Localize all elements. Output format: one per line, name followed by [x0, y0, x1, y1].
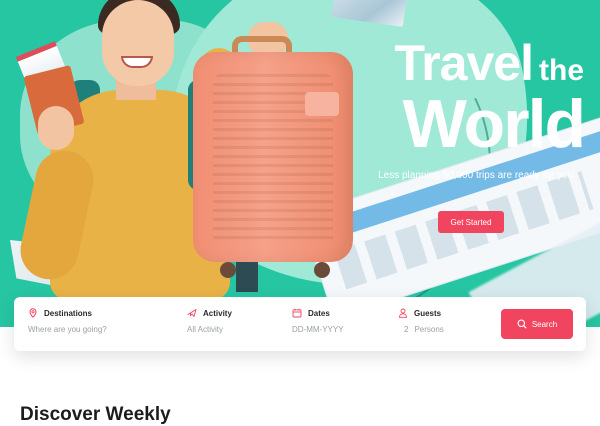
section-title: Discover Weekly [20, 404, 171, 425]
get-started-button[interactable]: Get Started [438, 211, 504, 233]
search-button-label: Search [531, 319, 558, 329]
destination-input[interactable]: Where are you going? [28, 325, 178, 334]
dates-label: Dates [308, 308, 330, 318]
hero-banner: Travel the World Less planning 50,000 tri… [0, 0, 600, 327]
guests-label: Guests [414, 308, 442, 318]
search-bar: Destinations Where are you going? Activi… [14, 297, 586, 351]
traveler-photo [15, 0, 288, 300]
destination-field[interactable]: Destinations Where are you going? [28, 308, 178, 342]
destination-label: Destinations [44, 308, 93, 318]
hero-subtitle: Less planning 50,000 trips are ready for… [378, 170, 576, 181]
hero-title: Travel the World [394, 35, 586, 162]
calendar-icon [292, 308, 302, 318]
guests-unit: Persons [414, 325, 444, 334]
activity-label: Activity [203, 308, 232, 318]
suitcase-image [193, 52, 353, 262]
location-pin-icon [29, 308, 37, 318]
person-icon [399, 308, 407, 318]
plane-icon [187, 309, 197, 317]
search-icon [517, 319, 527, 329]
guests-count: 2 [404, 325, 409, 334]
search-button[interactable]: Search [501, 309, 573, 339]
